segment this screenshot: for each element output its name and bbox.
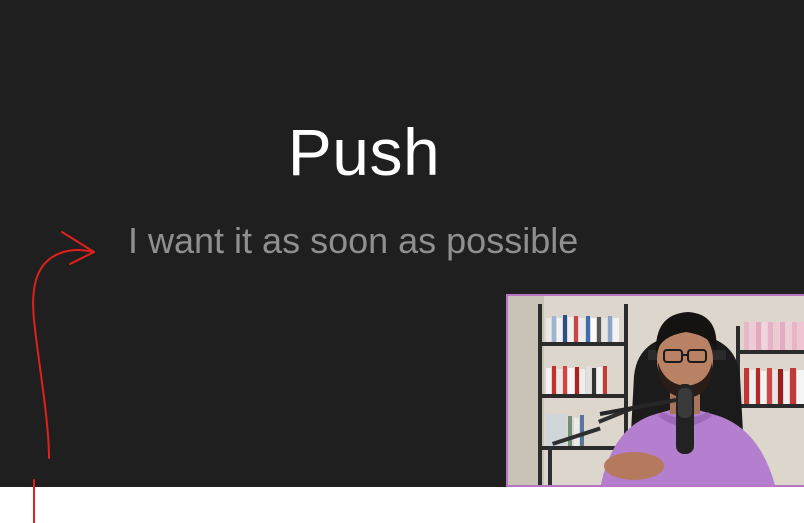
presentation-slide: Push I want it as soon as possible [0, 0, 804, 487]
slide-subtitle: I want it as soon as possible [128, 220, 579, 261]
presenter-video-frame [508, 296, 804, 485]
slide-title: Push [287, 115, 441, 189]
bottom-white-strip [0, 487, 804, 523]
presenter-webcam-overlay [506, 294, 804, 487]
